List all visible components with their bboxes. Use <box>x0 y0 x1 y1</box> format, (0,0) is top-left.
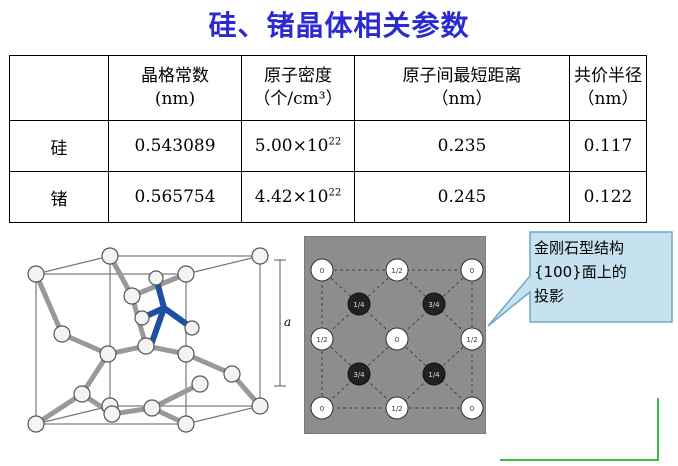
header-shortest-distance: 原子间最短距离 （nm） <box>354 55 570 121</box>
proj-label: 1/4 <box>428 371 440 379</box>
properties-table: 晶格常数 (nm) 原子密度 （个/cm³） 原子间最短距离 （nm） 共价半径… <box>9 55 647 223</box>
table-row: 硅 0.543089 5.00×1022 0.235 0.117 <box>9 120 647 172</box>
cell-distance: 0.245 <box>354 171 570 223</box>
proj-label: 1/2 <box>316 336 327 344</box>
proj-label: 0 <box>470 405 474 413</box>
projection-100-figure: 0 1/2 0 1/2 0 1/2 0 1/2 0 1/4 3/4 3/4 1/… <box>304 236 486 434</box>
cell-element: 硅 <box>9 120 109 172</box>
header-atomic-density: 原子密度 （个/cm³） <box>241 55 355 121</box>
cell-distance: 0.235 <box>354 120 570 172</box>
green-bracket-line <box>500 398 659 461</box>
proj-label: 0 <box>320 267 324 275</box>
cell-radius: 0.122 <box>569 171 647 223</box>
diamond-unit-cell-figure: a <box>27 247 291 433</box>
proj-label: 1/2 <box>391 405 402 413</box>
proj-label: 1/2 <box>391 267 402 275</box>
cell-density: 4.42×1022 <box>241 171 355 223</box>
proj-label: 3/4 <box>353 371 365 379</box>
proj-label: 3/4 <box>428 301 440 309</box>
cell-radius: 0.117 <box>569 120 647 172</box>
proj-label: 0 <box>470 267 474 275</box>
proj-label: 0 <box>320 405 324 413</box>
proj-label: 0 <box>395 336 399 344</box>
proj-label: 1/2 <box>466 336 477 344</box>
table-row: 锗 0.565754 4.42×1022 0.245 0.122 <box>9 171 647 223</box>
cell-lattice: 0.543089 <box>108 120 242 172</box>
axis-label-a: a <box>284 315 291 329</box>
cell-lattice: 0.565754 <box>108 171 242 223</box>
table-header-row: 晶格常数 (nm) 原子密度 （个/cm³） 原子间最短距离 （nm） 共价半径… <box>9 55 647 121</box>
proj-label: 1/4 <box>353 301 365 309</box>
page-title: 硅、锗晶体相关参数 <box>208 9 470 42</box>
cell-element: 锗 <box>9 171 109 223</box>
header-covalent-radius: 共价半径 （nm） <box>569 55 647 121</box>
callout-text: 金刚石型结构 {100}面上的 投影 <box>534 239 627 305</box>
header-cell-empty <box>9 55 109 121</box>
cell-density: 5.00×1022 <box>241 120 355 172</box>
header-lattice-constant: 晶格常数 (nm) <box>108 55 242 121</box>
